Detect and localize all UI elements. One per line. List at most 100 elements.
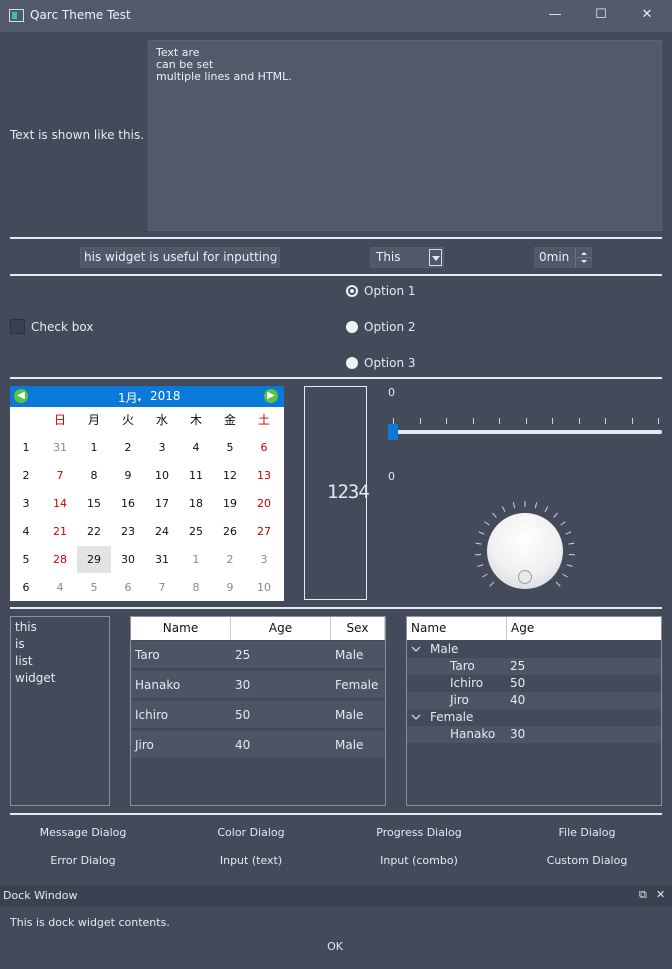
combo-box[interactable]: This bbox=[370, 247, 444, 268]
tree-item[interactable]: Hanako 30 bbox=[407, 726, 661, 743]
calendar-day[interactable]: 1 bbox=[77, 434, 111, 461]
calendar-day[interactable]: 8 bbox=[77, 462, 111, 489]
multiline-text-edit[interactable]: Text are can be set multiple lines and H… bbox=[148, 40, 662, 231]
table-cell[interactable]: Male bbox=[331, 641, 385, 669]
ok-button[interactable]: OK bbox=[300, 940, 370, 953]
calendar-day[interactable]: 17 bbox=[145, 490, 179, 517]
calendar-day[interactable]: 23 bbox=[111, 518, 145, 545]
table-cell[interactable]: 25 bbox=[231, 641, 331, 669]
prev-month-arrow-icon[interactable]: ◀ bbox=[14, 389, 28, 403]
title-bar[interactable]: Qarc Theme Test — ☐ ✕ bbox=[0, 0, 672, 32]
dial-notch[interactable] bbox=[518, 570, 532, 584]
list-item[interactable]: is bbox=[15, 637, 105, 654]
tree-header-age[interactable]: Age bbox=[507, 617, 661, 640]
line-edit[interactable]: his widget is useful for inputting text bbox=[80, 247, 280, 268]
table-cell[interactable]: Jiro bbox=[131, 731, 231, 759]
table-cell[interactable]: Taro bbox=[131, 641, 231, 669]
tree-group-male[interactable]: Male bbox=[407, 641, 661, 658]
calendar-grid[interactable]: 日月火水木金土 1 31 1 2 3 4 5 6 2 7 8 9 10 11 12 13 3 14 15 16 17 18 1… bbox=[10, 407, 284, 601]
maximize-button[interactable]: ☐ bbox=[578, 4, 624, 28]
close-button[interactable]: ✕ bbox=[624, 4, 670, 28]
calendar-day[interactable]: 15 bbox=[77, 490, 111, 517]
table-header-age[interactable]: Age bbox=[231, 617, 331, 640]
calendar-day[interactable]: 5 bbox=[77, 574, 111, 601]
calendar-day[interactable]: 13 bbox=[247, 462, 281, 489]
color-dialog-button[interactable]: Color Dialog bbox=[171, 826, 331, 839]
calendar-day[interactable]: 5 bbox=[213, 434, 247, 461]
table-cell[interactable]: Male bbox=[331, 731, 385, 759]
table-header-name[interactable]: Name bbox=[131, 617, 231, 640]
calendar-day[interactable]: 3 bbox=[247, 546, 281, 573]
calendar-day[interactable]: 14 bbox=[43, 490, 77, 517]
error-dialog-button[interactable]: Error Dialog bbox=[3, 854, 163, 867]
calendar-day[interactable]: 16 bbox=[111, 490, 145, 517]
radio-option-2-label[interactable]: Option 2 bbox=[364, 320, 416, 334]
tree-item[interactable]: Jiro 40 bbox=[407, 692, 661, 709]
calendar-day[interactable]: 18 bbox=[179, 490, 213, 517]
calendar-day[interactable]: 30 bbox=[111, 546, 145, 573]
calendar-day[interactable]: 2 bbox=[213, 546, 247, 573]
table-header-sex[interactable]: Sex bbox=[331, 617, 385, 640]
calendar-day[interactable]: 24 bbox=[145, 518, 179, 545]
table-cell[interactable]: Ichiro bbox=[131, 701, 231, 729]
input-text-button[interactable]: Input (text) bbox=[171, 854, 331, 867]
calendar-day[interactable]: 31 bbox=[145, 546, 179, 573]
message-dialog-button[interactable]: Message Dialog bbox=[3, 826, 163, 839]
calendar-day[interactable]: 10 bbox=[145, 462, 179, 489]
chevron-down-icon[interactable] bbox=[429, 249, 442, 266]
calendar-day[interactable]: 10 bbox=[247, 574, 281, 601]
calendar-widget[interactable]: ◀ 1月▾ 2018 ▶ 日月火水木金土 1 31 1 2 3 4 5 6 2 7 8 9 10 11 12 1… bbox=[10, 386, 284, 601]
radio-option-3-label[interactable]: Option 3 bbox=[364, 356, 416, 370]
calendar-day[interactable]: 26 bbox=[213, 518, 247, 545]
table-cell[interactable]: 30 bbox=[231, 671, 331, 699]
custom-dialog-button[interactable]: Custom Dialog bbox=[507, 854, 667, 867]
slider-track[interactable] bbox=[392, 430, 662, 434]
calendar-day[interactable]: 4 bbox=[43, 574, 77, 601]
list-widget[interactable]: this is list widget bbox=[10, 616, 110, 806]
table-cell[interactable]: Hanako bbox=[131, 671, 231, 699]
radio-option-2[interactable] bbox=[346, 321, 358, 333]
table-cell[interactable]: Male bbox=[331, 701, 385, 729]
dock-title-bar[interactable]: Dock Window ⧉ ✕ bbox=[0, 886, 672, 906]
tree-header-name[interactable]: Name bbox=[407, 617, 507, 640]
check-box-label[interactable]: Check box bbox=[31, 320, 93, 334]
tree-item[interactable]: Ichiro 50 bbox=[407, 675, 661, 692]
list-item[interactable]: this bbox=[15, 620, 105, 637]
spin-arrows-icon[interactable] bbox=[576, 248, 592, 267]
table-cell[interactable]: 50 bbox=[231, 701, 331, 729]
calendar-day[interactable]: 22 bbox=[77, 518, 111, 545]
calendar-day[interactable]: 9 bbox=[213, 574, 247, 601]
table-cell[interactable]: 40 bbox=[231, 731, 331, 759]
input-combo-button[interactable]: Input (combo) bbox=[339, 854, 499, 867]
check-box[interactable] bbox=[10, 319, 25, 334]
table-cell[interactable]: Female bbox=[331, 671, 385, 699]
calendar-day[interactable]: 11 bbox=[179, 462, 213, 489]
calendar-year[interactable]: 2018 bbox=[150, 389, 181, 403]
table-widget[interactable]: Name Age Sex Taro 25 Male Hanako 30 Fema… bbox=[130, 616, 386, 806]
radio-option-1-label[interactable]: Option 1 bbox=[364, 284, 416, 298]
calendar-month[interactable]: 1月▾ bbox=[118, 389, 141, 406]
calendar-day[interactable]: 9 bbox=[111, 462, 145, 489]
minimize-button[interactable]: — bbox=[532, 4, 578, 28]
dock-float-icon[interactable]: ⧉ bbox=[639, 888, 647, 902]
tree-widget[interactable]: Name Age Male Taro 25 Ichiro 50 Jiro 40 … bbox=[406, 616, 662, 806]
spin-box[interactable]: 0min bbox=[534, 247, 592, 268]
calendar-day[interactable]: 2 bbox=[111, 434, 145, 461]
dial-knob[interactable] bbox=[487, 513, 563, 589]
radio-option-1[interactable] bbox=[346, 285, 358, 297]
tree-group-female[interactable]: Female bbox=[407, 709, 661, 726]
calendar-day[interactable]: 1 bbox=[179, 546, 213, 573]
list-item[interactable]: list bbox=[15, 654, 105, 671]
calendar-day[interactable]: 20 bbox=[247, 490, 281, 517]
calendar-day[interactable]: 19 bbox=[213, 490, 247, 517]
next-month-arrow-icon[interactable]: ▶ bbox=[264, 389, 278, 403]
calendar-day[interactable]: 3 bbox=[145, 434, 179, 461]
spin-buttons[interactable] bbox=[575, 248, 591, 267]
progress-dialog-button[interactable]: Progress Dialog bbox=[339, 826, 499, 839]
calendar-day[interactable]: 7 bbox=[43, 462, 77, 489]
calendar-day[interactable]: 8 bbox=[179, 574, 213, 601]
calendar-day[interactable]: 28 bbox=[43, 546, 77, 573]
calendar-day[interactable]: 6 bbox=[247, 434, 281, 461]
calendar-day[interactable]: 31 bbox=[43, 434, 77, 461]
calendar-day[interactable]: 29 bbox=[77, 546, 111, 573]
